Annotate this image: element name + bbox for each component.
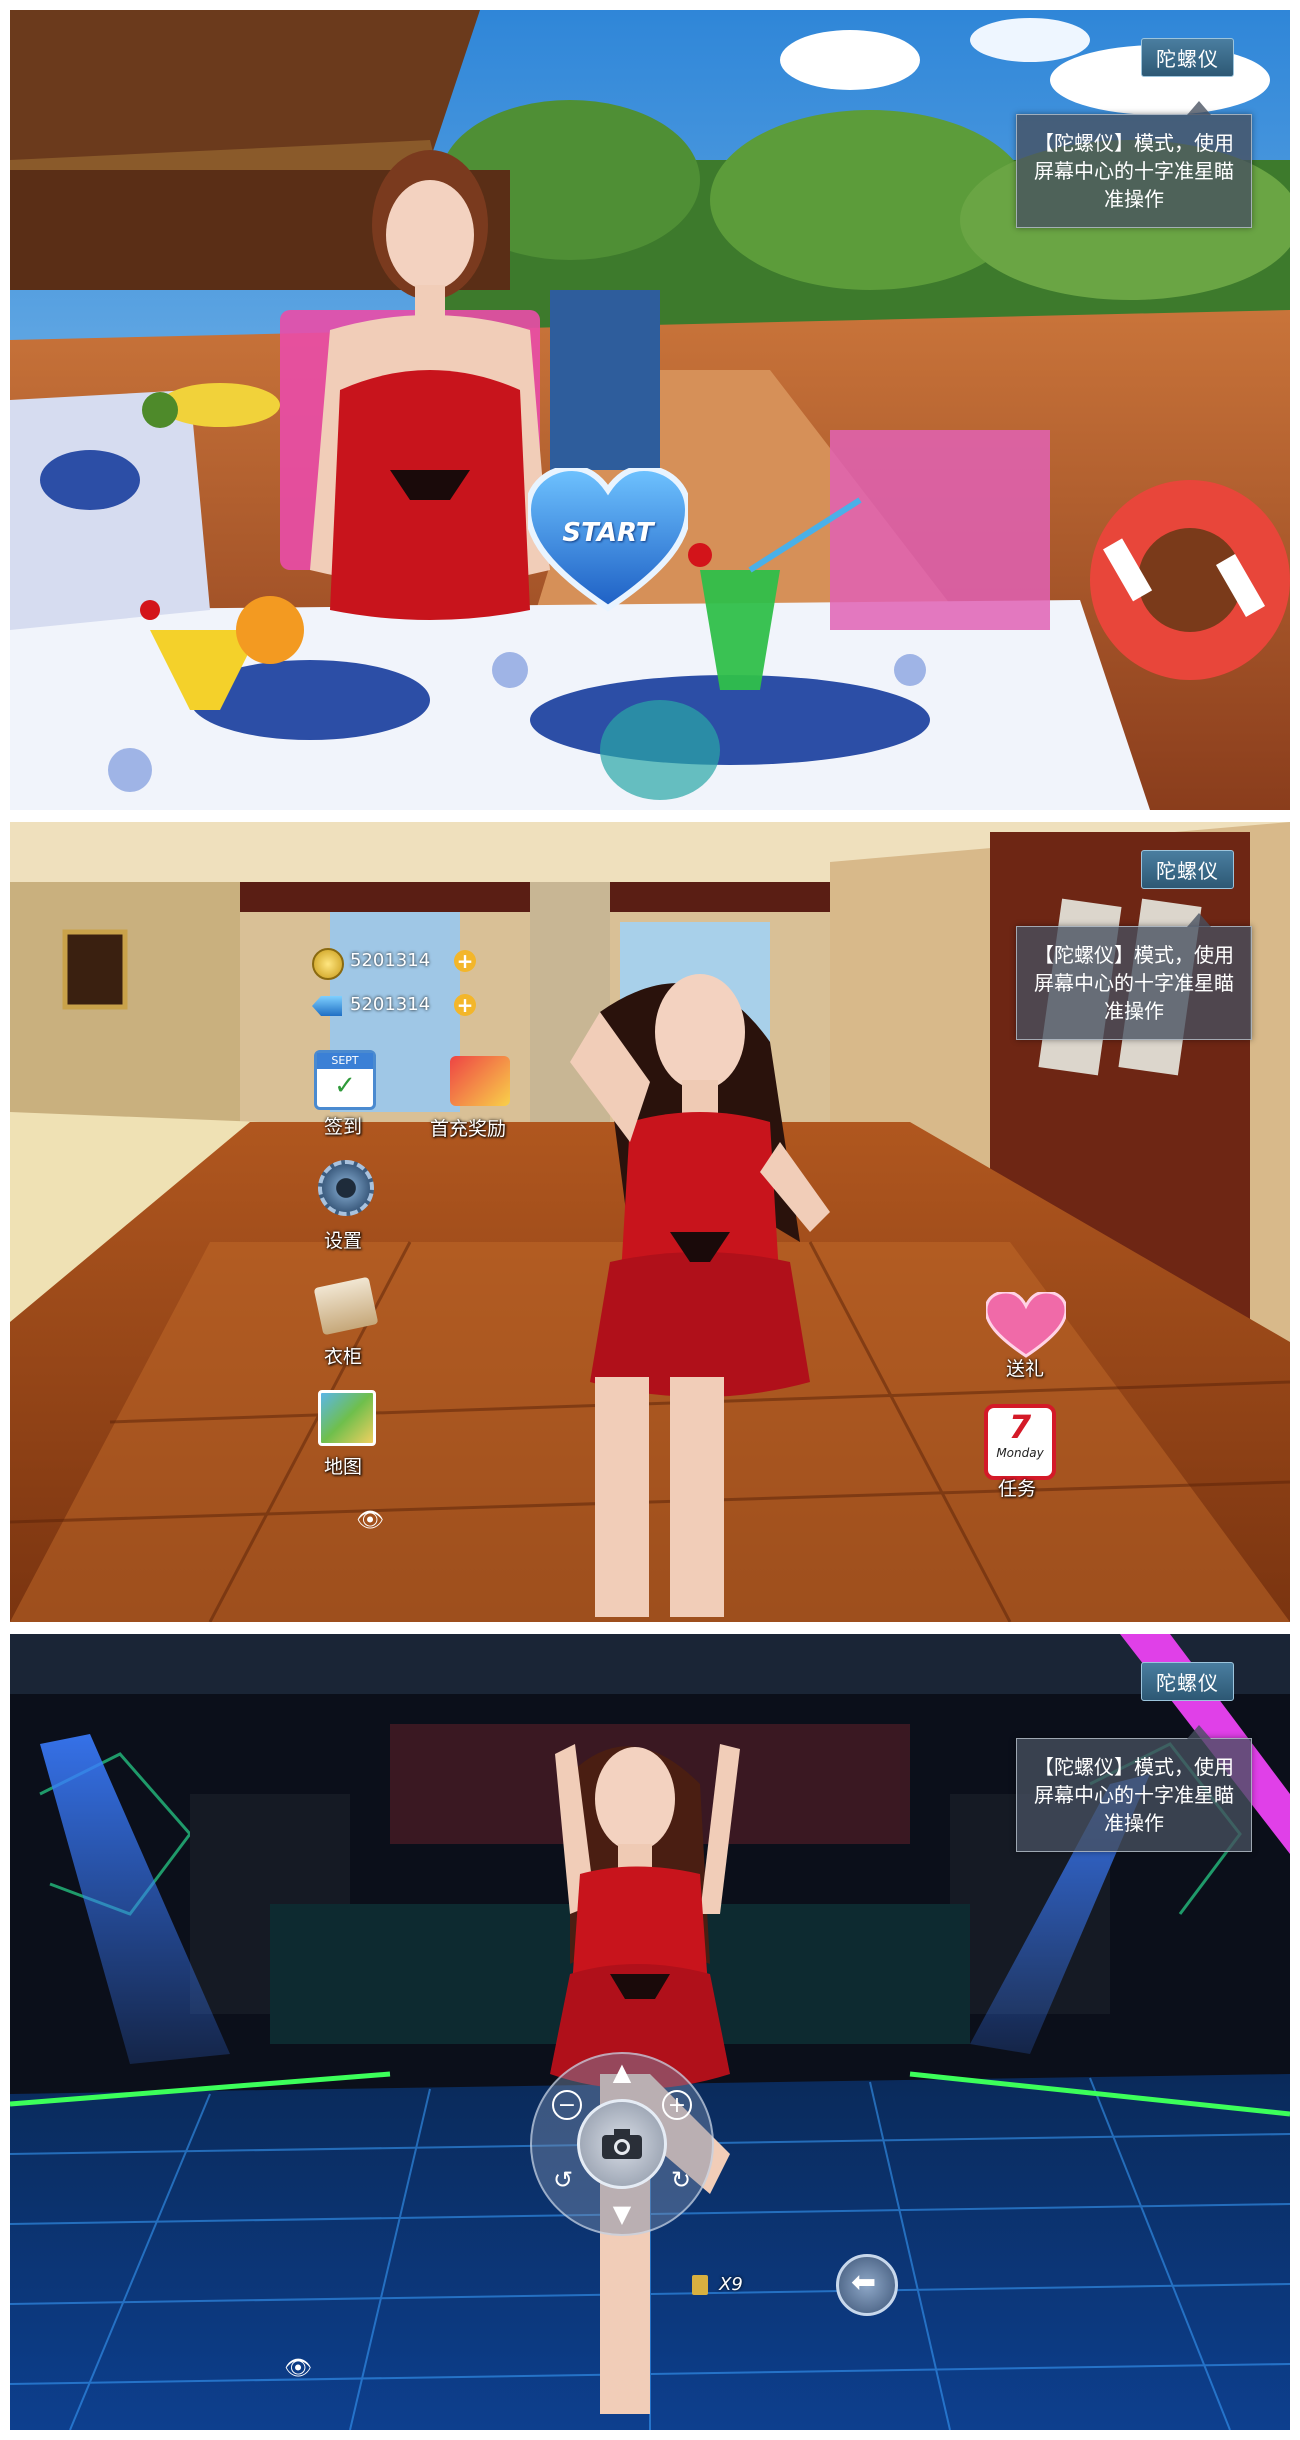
eye-icon[interactable]: 👁 xyxy=(284,2356,312,2381)
gold-amount: 5201314 xyxy=(350,950,431,971)
eye-icon[interactable]: 👁 xyxy=(356,1508,384,1533)
gear-icon xyxy=(318,1160,374,1216)
settings-button[interactable]: 设置 xyxy=(310,1160,390,1256)
wardrobe-button[interactable]: 衣柜 xyxy=(310,1276,390,1374)
calendar-badge: SEPT xyxy=(317,1053,373,1069)
map-button[interactable]: 地图 xyxy=(310,1390,390,1486)
beach-scene-screen: 陀螺仪 【陀螺仪】模式，使用屏幕中心的十字准星瞄准操作 START xyxy=(10,10,1290,810)
bedroom-scene-screen: 陀螺仪 【陀螺仪】模式，使用屏幕中心的十字准星瞄准操作 5201314 + 52… xyxy=(10,822,1290,1622)
start-button-label: START xyxy=(562,518,654,548)
gyroscope-tooltip: 【陀螺仪】模式，使用屏幕中心的十字准星瞄准操作 xyxy=(1016,101,1252,228)
gem-amount: 5201314 xyxy=(350,994,431,1015)
send-gift-button[interactable]: 送礼 xyxy=(982,1292,1072,1384)
photo-multiplier: X9 xyxy=(692,2274,743,2295)
start-button[interactable]: START xyxy=(524,464,692,618)
zoom-out-button[interactable]: − xyxy=(552,2090,582,2120)
camera-down-button[interactable]: ▼ xyxy=(604,2200,640,2230)
camera-control-wheel: ▲ ▼ − + ↺ ↻ xyxy=(530,2052,714,2236)
wardrobe-icon xyxy=(313,1276,379,1336)
settings-label: 设置 xyxy=(324,1230,363,1252)
checkin-label: 签到 xyxy=(324,1116,363,1138)
rotate-left-button[interactable]: ↺ xyxy=(548,2166,578,2196)
map-icon xyxy=(318,1390,376,1446)
gyroscope-tooltip: 【陀螺仪】模式，使用屏幕中心的十字准星瞄准操作 xyxy=(1016,1725,1252,1852)
check-icon: ✓ xyxy=(334,1071,356,1101)
calendar-day-icon: 7 Monday xyxy=(984,1404,1056,1480)
wardrobe-label: 衣柜 xyxy=(324,1346,363,1368)
tasks-label: 任务 xyxy=(998,1478,1037,1500)
back-button[interactable]: ⬅ xyxy=(836,2254,898,2316)
zoom-in-button[interactable]: + xyxy=(662,2090,692,2120)
gold-coin-icon xyxy=(312,948,344,980)
gift-box-icon xyxy=(450,1056,510,1106)
film-icon xyxy=(692,2274,708,2295)
gyroscope-mode-button[interactable]: 陀螺仪 xyxy=(1141,1662,1234,1701)
gyroscope-mode-button[interactable]: 陀螺仪 xyxy=(1141,850,1234,889)
gyroscope-tooltip: 【陀螺仪】模式，使用屏幕中心的十字准星瞄准操作 xyxy=(1016,913,1252,1040)
calendar-day-name: Monday xyxy=(996,1446,1044,1460)
camera-icon xyxy=(602,2129,642,2159)
camera-shutter-button[interactable] xyxy=(577,2099,667,2189)
rotate-right-button[interactable]: ↻ xyxy=(666,2166,696,2196)
first-recharge-label: 首充奖励 xyxy=(430,1118,507,1140)
calendar-day-number: 7 xyxy=(1008,1408,1032,1446)
multiplier-value: X9 xyxy=(719,2274,743,2295)
pink-heart-icon xyxy=(986,1292,1066,1358)
add-gem-button[interactable]: + xyxy=(454,994,476,1016)
add-gold-button[interactable]: + xyxy=(454,950,476,972)
checkin-button[interactable]: SEPT ✓ 签到 xyxy=(310,1050,380,1140)
back-arrow-icon: ⬅ xyxy=(851,2265,877,2300)
tasks-button[interactable]: 7 Monday 任务 xyxy=(976,1404,1066,1504)
camera-up-button[interactable]: ▲ xyxy=(604,2058,640,2088)
calendar-icon: SEPT ✓ xyxy=(314,1050,376,1110)
send-gift-label: 送礼 xyxy=(1006,1358,1045,1380)
gyroscope-mode-button[interactable]: 陀螺仪 xyxy=(1141,38,1234,77)
first-recharge-button[interactable]: 首充奖励 xyxy=(430,1050,530,1142)
stage-scene-screen: 陀螺仪 【陀螺仪】模式，使用屏幕中心的十字准星瞄准操作 ▲ ▼ − + ↺ ↻ … xyxy=(10,1634,1290,2430)
map-label: 地图 xyxy=(324,1456,363,1478)
